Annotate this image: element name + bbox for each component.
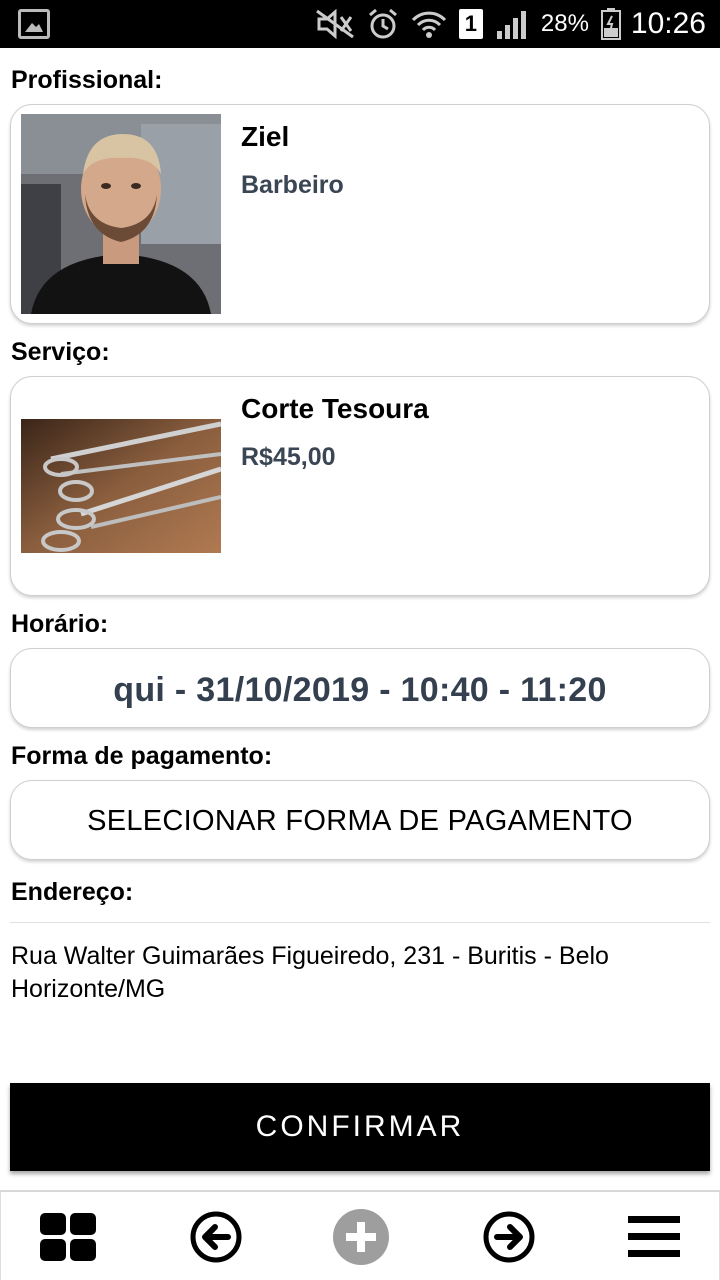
wifi-icon [411,11,446,38]
service-card[interactable]: Corte Tesoura R$45,00 [10,376,710,596]
address-divider [10,922,710,923]
address-label: Endereço: [11,878,134,906]
schedule-value: qui - 31/10/2019 - 10:40 - 11:20 [113,671,607,709]
service-photo [21,419,221,553]
select-payment-button[interactable]: SELECIONAR FORMA DE PAGAMENTO [10,780,710,860]
mute-icon [315,9,354,39]
professional-label: Profissional: [11,66,163,94]
bottom-navigation [0,1190,720,1280]
professional-card[interactable]: Ziel Barbeiro [10,104,710,324]
signal-icon [496,11,526,39]
gallery-notification-icon [18,9,50,39]
battery-percentage: 28% [540,10,589,37]
address-value: Rua Walter Guimarães Figueiredo, 231 - B… [11,942,609,1003]
schedule-label: Horário: [11,610,109,638]
clock: 10:26 [630,7,706,40]
service-name: Corte Tesoura [241,393,429,424]
status-bar: 1 28% 10:26 [0,0,720,48]
service-price: R$45,00 [241,443,336,471]
professional-name: Ziel [241,121,290,152]
select-payment-label: SELECIONAR FORMA DE PAGAMENTO [87,805,633,837]
confirm-button[interactable]: CONFIRMAR [10,1083,710,1171]
payment-label: Forma de pagamento: [11,742,273,770]
schedule-card[interactable]: qui - 31/10/2019 - 10:40 - 11:20 [10,648,710,728]
arrow-left-circle-icon[interactable] [185,1206,247,1268]
professional-photo [21,114,221,314]
grid-icon[interactable] [37,1206,99,1268]
professional-role: Barbeiro [241,171,344,199]
menu-icon[interactable] [623,1206,685,1268]
service-label: Serviço: [11,338,110,366]
arrow-right-circle-icon[interactable] [478,1206,540,1268]
alarm-icon [368,8,397,39]
sim-indicator: 1 [458,9,483,39]
battery-icon [600,8,621,40]
plus-circle-icon[interactable] [330,1206,392,1268]
